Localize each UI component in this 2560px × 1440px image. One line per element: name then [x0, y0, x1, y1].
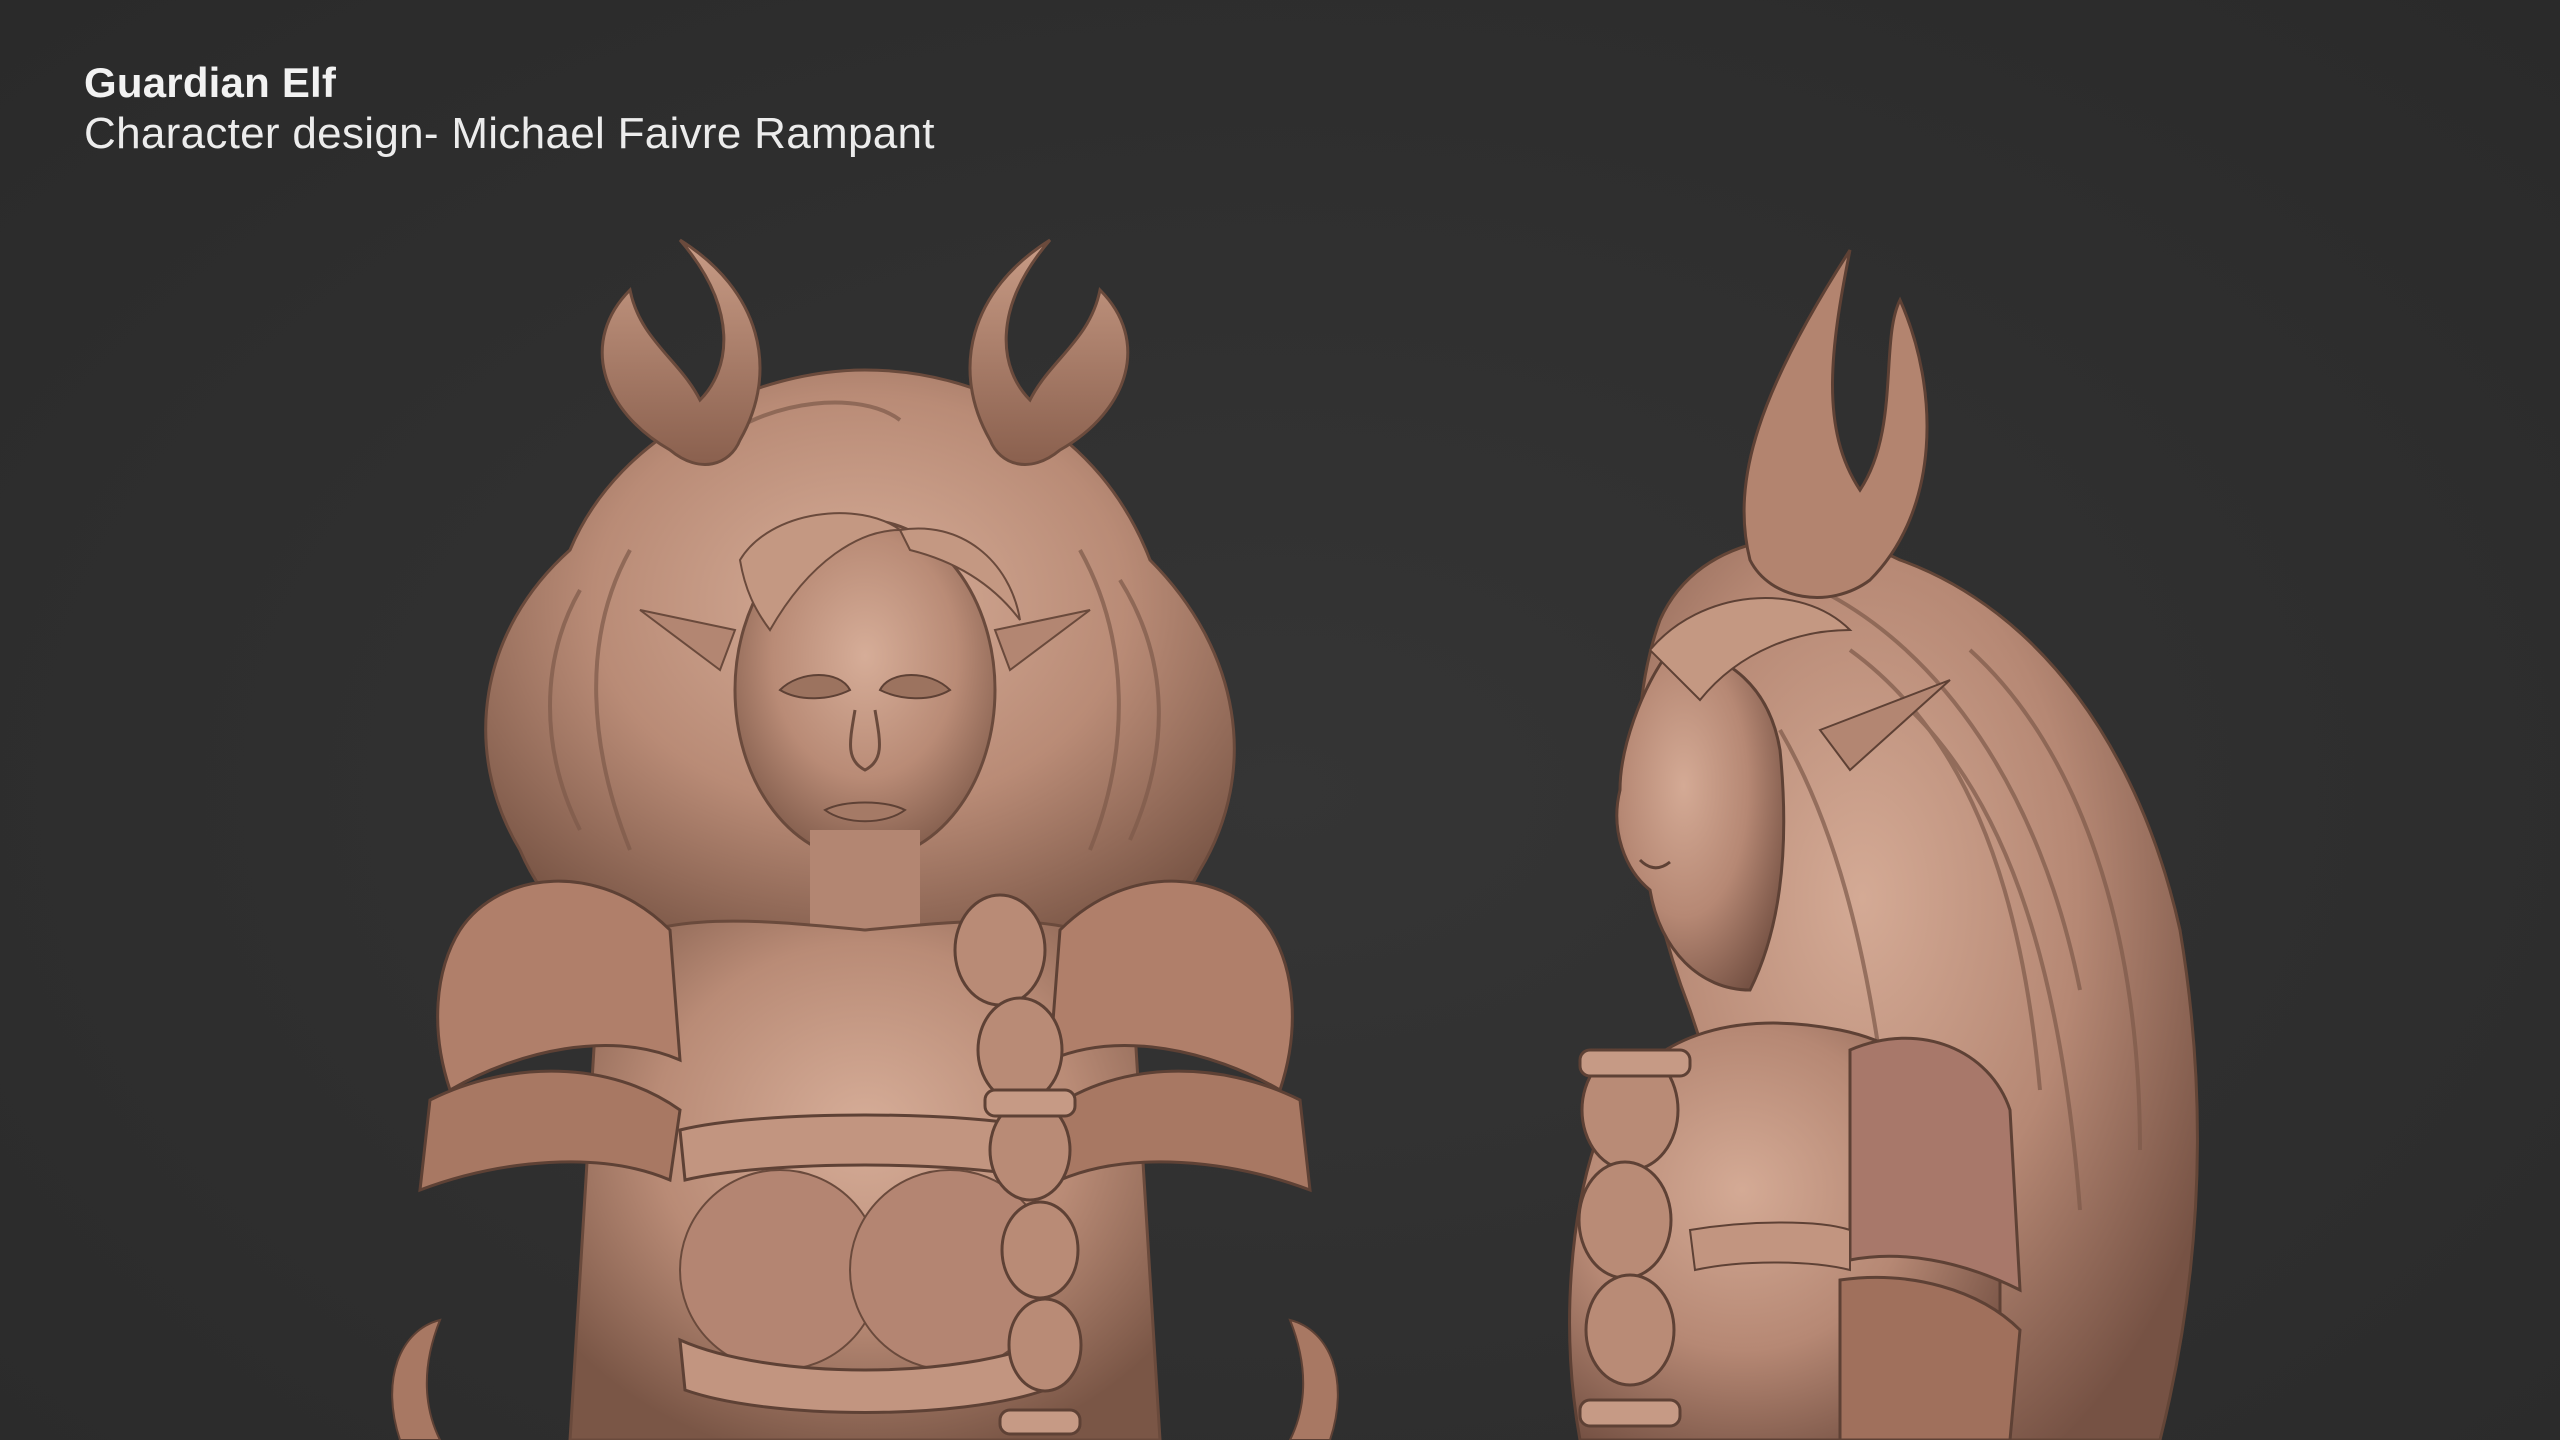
caption-title: Guardian Elf: [84, 59, 337, 106]
caption-subtitle: Character design- Michael Faivre Rampant: [84, 108, 935, 158]
right-horn: [968, 238, 1130, 466]
left-horn: [600, 238, 762, 466]
render-canvas: Guardian Elf Character design- Michael F…: [0, 0, 2560, 1440]
sculpt-side-illustration: [1568, 249, 2199, 1440]
side-horn: [1742, 249, 1929, 599]
sculpt-front-view: [340, 230, 1390, 1440]
caption-block: Guardian Elf Character design- Michael F…: [84, 58, 935, 159]
sculpt-front-illustration: [391, 238, 1339, 1440]
sculpt-side-view: [1520, 230, 2270, 1440]
